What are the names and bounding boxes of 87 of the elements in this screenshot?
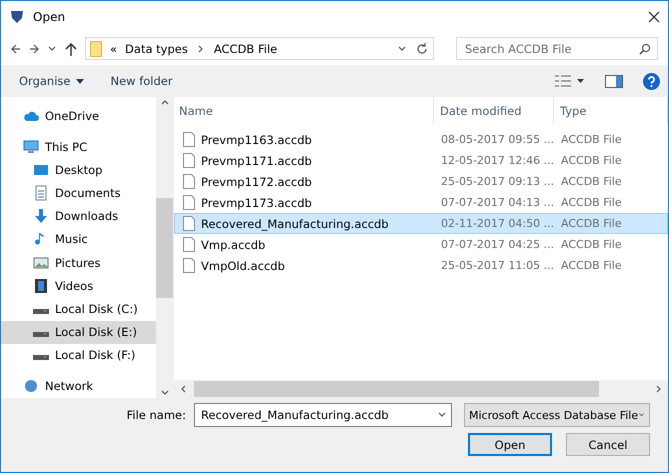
type-cell-text: ACCDB File xyxy=(560,154,623,167)
file-row[interactable]: Recovered_Manufacturing.accdb 02-11-2017 04:50 ... ACCDB File xyxy=(174,213,668,234)
file-name: Prevmp1163.accdb xyxy=(201,132,312,146)
view-options-icon[interactable] xyxy=(555,75,585,87)
shield-logo-icon xyxy=(9,8,25,24)
new-folder-button[interactable]: New folder xyxy=(104,71,179,91)
caret-icon xyxy=(76,78,84,84)
address-bar[interactable]: « Data types ACCDB File xyxy=(85,37,434,60)
date-cell-text: 25-05-2017 11:05 ... xyxy=(440,259,555,272)
type-cell-text: ACCDB File xyxy=(560,238,623,251)
date-cell-text: 07-07-2017 04:25 ... xyxy=(440,238,555,251)
dialog-button[interactable]: Open xyxy=(468,433,552,456)
nav-item[interactable]: Network xyxy=(1,374,156,398)
dialog-button[interactable]: Cancel xyxy=(566,433,650,456)
file-type-dropdown[interactable]: Microsoft Access Database File xyxy=(464,403,650,427)
file-row[interactable]: Prevmp1172.accdb 25-05-2017 09:13 ... ACCDB File xyxy=(174,171,668,192)
forward-arrow-icon xyxy=(29,44,39,54)
horizontal-scrollbar[interactable] xyxy=(174,380,668,398)
file-name: Prevmp1171.accdb xyxy=(201,154,312,168)
column-header[interactable]: Type xyxy=(554,97,668,124)
film-icon xyxy=(33,278,49,294)
chevron-down-icon xyxy=(47,44,57,54)
type-cell-text: ACCDB File xyxy=(560,133,623,146)
drive-icon xyxy=(33,332,49,338)
date-cell-text: 07-07-2017 04:13 ... xyxy=(440,196,555,209)
nav-item[interactable]: Local Disk (E:) xyxy=(1,320,156,344)
nav-item[interactable]: Desktop xyxy=(1,158,156,182)
date-cell-text: 02-11-2017 04:50 ... xyxy=(440,217,555,230)
computer-icon xyxy=(23,138,39,155)
organise-button[interactable]: Organise xyxy=(13,71,90,91)
help-icon[interactable] xyxy=(643,72,660,90)
date-cell-text: 12-05-2017 12:46 ... xyxy=(440,154,555,167)
file-icon xyxy=(183,258,195,273)
nav-item[interactable]: Music xyxy=(1,228,156,251)
preview-pane-icon[interactable] xyxy=(605,74,623,88)
drive-icon xyxy=(33,355,49,360)
file-icon xyxy=(183,195,195,210)
breadcrumb[interactable]: Data types xyxy=(125,42,188,56)
globe-icon xyxy=(23,378,39,394)
chevron-down-icon xyxy=(397,44,407,54)
file-icon xyxy=(183,216,195,231)
picture-icon xyxy=(33,254,49,271)
nav-item[interactable]: This PC xyxy=(1,134,156,158)
file-row[interactable]: Prevmp1171.accdb 12-05-2017 12:46 ... ACCDB File xyxy=(174,150,668,171)
breadcrumb[interactable]: ACCDB File xyxy=(214,42,278,56)
date-cell-text: 25-05-2017 09:13 ... xyxy=(440,175,555,188)
file-name: VmpOld.accdb xyxy=(201,258,285,272)
document-icon xyxy=(33,184,49,201)
type-cell-text: ACCDB File xyxy=(560,175,623,188)
file-row[interactable]: Prevmp1173.accdb 07-07-2017 04:13 ... ACCDB File xyxy=(174,192,668,213)
nav-item[interactable]: Videos xyxy=(1,274,156,298)
drive-icon xyxy=(33,308,49,314)
folder-icon xyxy=(90,40,102,56)
search-field[interactable]: Search ACCDB File xyxy=(456,37,658,60)
file-row[interactable]: Prevmp1163.accdb 08-05-2017 09:55 ... ACCDB File xyxy=(174,129,668,150)
window-title: Open xyxy=(33,10,66,24)
file-icon xyxy=(183,132,195,147)
column-header[interactable]: Name xyxy=(174,97,434,124)
nav-item[interactable]: Local Disk (F:) xyxy=(1,344,156,367)
file-icon xyxy=(183,174,195,189)
back-arrow-icon xyxy=(11,44,21,54)
type-cell-text: ACCDB File xyxy=(560,217,623,230)
file-icon xyxy=(183,237,195,252)
search-icon xyxy=(639,42,651,54)
file-name: Prevmp1172.accdb xyxy=(201,174,312,188)
nav-item[interactable]: Local Disk (C:) xyxy=(1,297,156,321)
file-name-field[interactable]: Recovered_Manufacturing.accdb xyxy=(194,403,452,427)
column-header[interactable]: Date modified xyxy=(434,97,554,124)
nav-item[interactable]: Documents xyxy=(1,181,156,205)
file-name: Vmp.accdb xyxy=(201,238,266,252)
close-icon[interactable] xyxy=(648,10,660,22)
nav-item[interactable]: OneDrive xyxy=(1,104,156,128)
file-name-label: File name: xyxy=(126,408,186,422)
nav-item[interactable]: Downloads xyxy=(1,204,156,228)
date-cell-text: 08-05-2017 09:55 ... xyxy=(440,133,555,146)
file-name: Prevmp1173.accdb xyxy=(201,196,312,210)
nav-item[interactable]: Pictures xyxy=(1,250,156,274)
refresh-icon[interactable] xyxy=(415,42,429,56)
file-row[interactable]: Vmp.accdb 07-07-2017 04:25 ... ACCDB File xyxy=(174,234,668,255)
type-cell-text: ACCDB File xyxy=(560,196,623,209)
file-icon xyxy=(183,153,195,168)
file-row[interactable]: VmpOld.accdb 25-05-2017 11:05 ... ACCDB File xyxy=(174,255,668,276)
down-arrow-icon xyxy=(33,208,49,224)
up-arrow-icon[interactable] xyxy=(65,42,77,56)
overflow-chevron[interactable]: « xyxy=(110,42,118,56)
type-cell-text: ACCDB File xyxy=(560,259,623,272)
file-name: Recovered_Manufacturing.accdb xyxy=(201,216,389,230)
